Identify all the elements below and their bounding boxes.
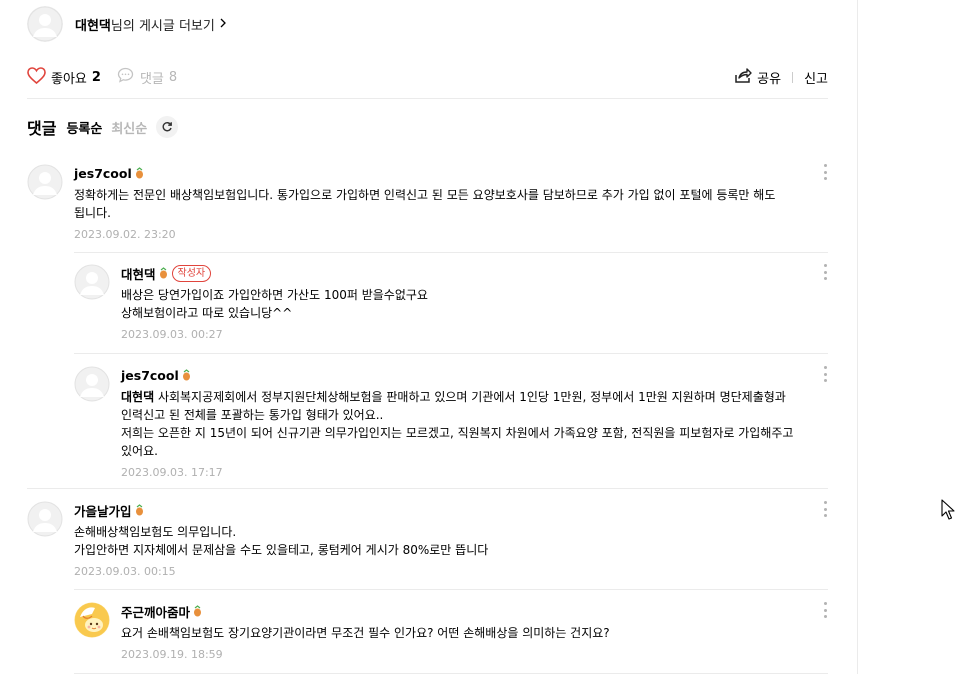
comment-divider bbox=[74, 252, 828, 253]
comment-text: 손해배상책임보험도 의무입니다. 가입안하면 지자체에서 문제삼을 수도 있을테… bbox=[74, 525, 489, 557]
comment-count-button[interactable]: 댓글 8 bbox=[117, 67, 177, 87]
share-button[interactable]: 공유 bbox=[734, 67, 781, 88]
author-more-posts-link[interactable]: 대현댁 님의 게시글 더보기 bbox=[27, 6, 227, 42]
comment-icon bbox=[117, 67, 134, 87]
more-vertical-icon[interactable] bbox=[822, 501, 828, 517]
comment-date: 2023.09.03. 17:17 bbox=[121, 466, 223, 479]
sort-registered-tab[interactable]: 등록순 bbox=[66, 118, 102, 137]
level-badge-icon bbox=[159, 264, 168, 283]
default-avatar-icon bbox=[27, 164, 63, 200]
comments-header: 댓글 등록순 최신순 bbox=[27, 114, 179, 140]
more-vertical-icon[interactable] bbox=[822, 602, 828, 618]
comment-divider bbox=[27, 488, 828, 489]
level-badge-icon bbox=[135, 164, 144, 183]
default-avatar-icon bbox=[74, 366, 110, 402]
comment-text: 배상은 당연가입이죠 가입안하면 가산도 100퍼 받을수없구요 상해보험이라고… bbox=[121, 288, 428, 320]
like-count: 2 bbox=[91, 69, 101, 85]
sort-latest-tab[interactable]: 최신순 bbox=[111, 118, 147, 137]
heart-icon bbox=[27, 66, 46, 88]
comment-date: 2023.09.02. 23:20 bbox=[74, 228, 176, 241]
default-avatar-icon bbox=[27, 501, 63, 537]
comment-label: 댓글 bbox=[139, 71, 164, 87]
section-divider bbox=[27, 98, 828, 99]
comments-title: 댓글 bbox=[27, 119, 57, 138]
comment-nickname[interactable]: 대현댁 bbox=[121, 264, 156, 283]
comment-text: 정확하게는 전문인 배상책임보험입니다. 통가입으로 가입하면 인력신고 된 모… bbox=[74, 188, 780, 220]
report-button[interactable]: 신고 bbox=[804, 68, 828, 87]
default-avatar-icon bbox=[74, 264, 110, 300]
comment-nickname[interactable]: jes7cool bbox=[74, 166, 132, 181]
comment-mention[interactable]: 대현댁 bbox=[121, 390, 154, 404]
level-badge-icon bbox=[182, 366, 191, 385]
refresh-icon[interactable] bbox=[156, 116, 179, 138]
like-label: 좋아요 bbox=[51, 71, 87, 87]
more-vertical-icon[interactable] bbox=[822, 366, 828, 382]
author-name: 대현댁 bbox=[75, 18, 111, 34]
more-vertical-icon[interactable] bbox=[822, 164, 828, 180]
action-separator bbox=[792, 71, 794, 83]
share-icon bbox=[734, 67, 752, 88]
more-vertical-icon[interactable] bbox=[822, 264, 828, 280]
author-badge: 작성자 bbox=[171, 264, 212, 282]
comment-date: 2023.09.03. 00:27 bbox=[121, 328, 223, 341]
more-posts-label: 님의 게시글 더보기 bbox=[110, 18, 215, 34]
level-badge-icon bbox=[135, 501, 144, 520]
action-bar: 좋아요 2 댓글 8 공유 신고 bbox=[27, 65, 828, 89]
comment-nickname[interactable]: 주근깨아줌마 bbox=[121, 602, 190, 621]
comment-text: 요거 손배책임보험도 장기요양기관이라면 무조건 필수 인가요? 어떤 손해배상… bbox=[121, 626, 610, 640]
comment-divider bbox=[74, 589, 828, 590]
comment-divider bbox=[74, 353, 828, 354]
user-avatar bbox=[74, 602, 110, 638]
default-avatar-icon bbox=[27, 6, 63, 42]
comment-text: 대현댁 사회복지공제회에서 정부지원단체상해보험을 판매하고 있으며 기관에서 … bbox=[121, 388, 804, 460]
comment-nickname[interactable]: jes7cool bbox=[121, 368, 179, 383]
comment-count: 8 bbox=[168, 69, 178, 85]
comment-date: 2023.09.03. 00:15 bbox=[74, 565, 176, 578]
comment-nickname[interactable]: 가을날가입 bbox=[74, 501, 132, 520]
level-badge-icon bbox=[193, 602, 202, 621]
chevron-right-icon bbox=[219, 17, 227, 32]
content-right-border bbox=[857, 0, 858, 674]
mouse-cursor-icon bbox=[941, 499, 955, 524]
like-button[interactable]: 좋아요 2 bbox=[27, 66, 101, 88]
comment-date: 2023.09.19. 18:59 bbox=[121, 648, 223, 661]
comment-text-body: 사회복지공제회에서 정부지원단체상해보험을 판매하고 있으며 기관에서 1인당 … bbox=[121, 390, 794, 458]
share-label: 공유 bbox=[757, 71, 782, 87]
